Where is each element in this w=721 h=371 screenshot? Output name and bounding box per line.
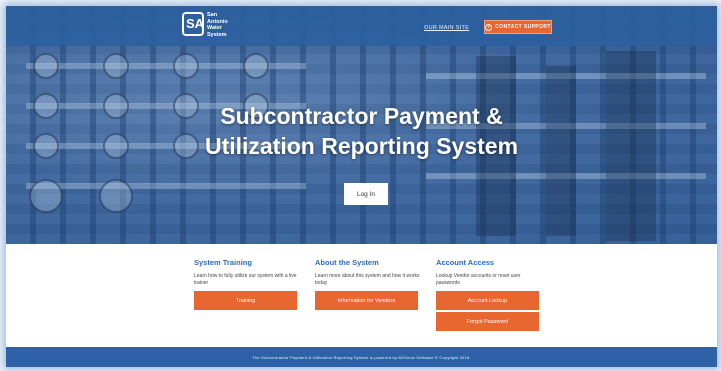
saws-logo[interactable]: SA San Antonio Water System [182,12,234,40]
about-system-heading: About the System [315,258,379,267]
main-site-link[interactable]: OUR MAIN SITE [424,25,469,31]
contact-support-label: CONTACT SUPPORT [495,24,551,30]
logo-text: San Antonio Water System [207,12,228,38]
system-training-section: System Training Learn how to fully utili… [194,258,306,310]
training-button[interactable]: Training [194,291,297,310]
account-lookup-button[interactable]: Account Lookup [436,291,539,310]
account-access-heading: Account Access [436,258,495,267]
forgot-password-button[interactable]: Forgot Password [436,312,539,331]
support-icon: ? [485,23,493,31]
account-access-section: Account Access Lookup Vendor accounts or… [436,258,548,331]
about-system-description: Learn more about this system and how it … [315,273,420,286]
footer-text: The Subcontractor Payment & Utilization … [252,354,471,360]
system-training-heading: System Training [194,258,252,267]
page-title-line-2: Utilization Reporting System [204,133,519,159]
system-training-description: Learn how to fully utilize our system wi… [194,273,297,286]
contact-support-button[interactable]: ? CONTACT SUPPORT [484,20,552,34]
log-in-button[interactable]: Log In [344,183,388,205]
about-system-section: About the System Learn more about this s… [315,258,427,310]
page-title-line-1: Subcontractor Payment & [220,103,503,129]
page-frame: SA San Antonio Water System OUR MAIN SIT… [6,6,717,367]
page-title: Subcontractor Payment & Utilization Repo… [6,101,717,161]
information-for-vendors-button[interactable]: Information for Vendors [315,291,418,310]
footer: The Subcontractor Payment & Utilization … [6,347,717,367]
logo-icon: SA [182,12,204,36]
account-access-description: Lookup Vendor accounts or reset user pas… [436,273,521,286]
top-navigation-bar: SA San Antonio Water System OUR MAIN SIT… [6,6,717,46]
